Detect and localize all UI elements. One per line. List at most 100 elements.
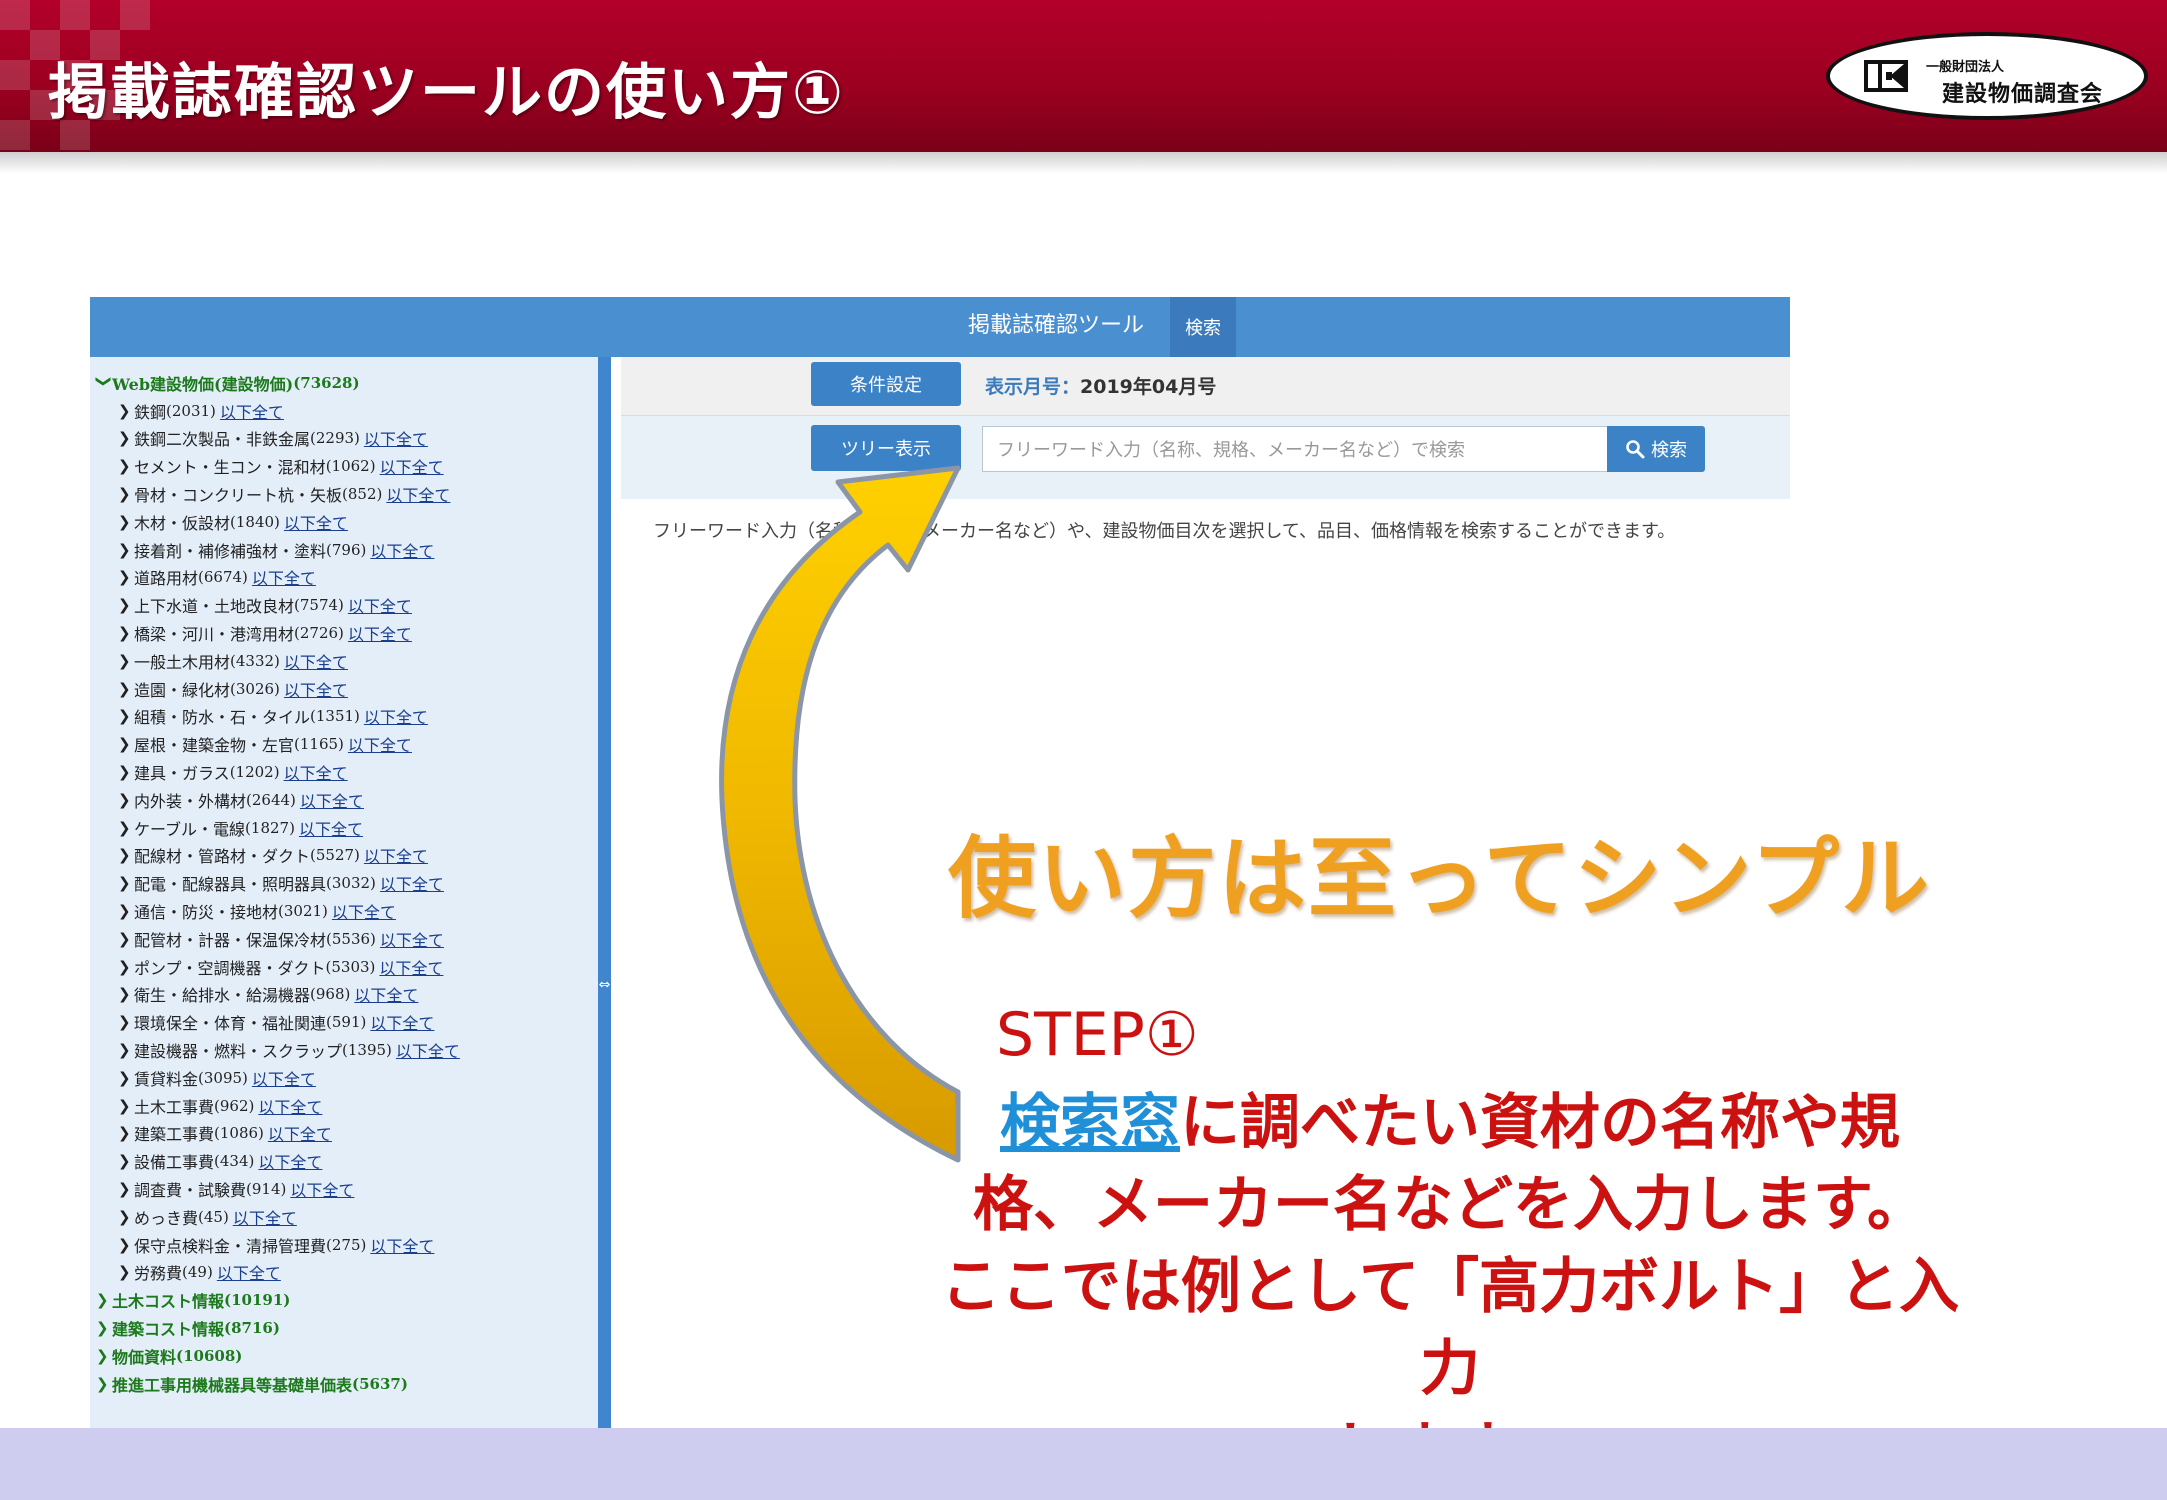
chevron-right-icon[interactable]: ❯ bbox=[118, 652, 134, 670]
tree-item[interactable]: ❯ 造園・緑化材 (3026) 以下全て bbox=[96, 675, 460, 703]
chevron-right-icon[interactable]: ❯ bbox=[118, 457, 134, 475]
tree-item[interactable]: ❯ 接着剤・補修補強材・塗料 (796) 以下全て bbox=[96, 536, 460, 564]
show-all-link[interactable]: 以下全て bbox=[332, 899, 396, 923]
chevron-right-icon[interactable]: ❯ bbox=[118, 902, 134, 920]
show-all-link[interactable]: 以下全て bbox=[290, 1177, 354, 1201]
tree-item[interactable]: ❯ 土木工事費 (962) 以下全て bbox=[96, 1092, 460, 1120]
chevron-right-icon[interactable]: ❯ bbox=[118, 1013, 134, 1031]
tree-item[interactable]: ❯ 骨材・コンクリート杭・矢板 (852) 以下全て bbox=[96, 480, 460, 508]
tree-item[interactable]: ❯ 保守点検料金・清掃管理費 (275) 以下全て bbox=[96, 1231, 460, 1259]
show-all-link[interactable]: 以下全て bbox=[364, 843, 428, 867]
chevron-right-icon[interactable]: ❯ bbox=[118, 402, 134, 420]
tree-item[interactable]: ❯ セメント・生コン・混和材 (1062) 以下全て bbox=[96, 452, 460, 480]
show-all-link[interactable]: 以下全て bbox=[284, 510, 348, 534]
chevron-right-icon[interactable]: ❯ bbox=[118, 485, 134, 503]
show-all-link[interactable]: 以下全て bbox=[268, 1121, 332, 1145]
show-all-link[interactable]: 以下全て bbox=[348, 621, 412, 645]
show-all-link[interactable]: 以下全て bbox=[364, 426, 428, 450]
chevron-down-icon[interactable]: ❯ bbox=[95, 375, 113, 391]
chevron-right-icon[interactable]: ❯ bbox=[96, 1375, 112, 1393]
show-all-link[interactable]: 以下全て bbox=[380, 454, 444, 478]
chevron-right-icon[interactable]: ❯ bbox=[118, 1180, 134, 1198]
chevron-right-icon[interactable]: ❯ bbox=[118, 1236, 134, 1254]
tree-item[interactable]: ❯ 内外装・外構材 (2644) 以下全て bbox=[96, 786, 460, 814]
chevron-right-icon[interactable]: ❯ bbox=[118, 513, 134, 531]
chevron-right-icon[interactable]: ❯ bbox=[118, 735, 134, 753]
chevron-right-icon[interactable]: ❯ bbox=[96, 1291, 112, 1309]
chevron-right-icon[interactable]: ❯ bbox=[96, 1319, 112, 1337]
chevron-right-icon[interactable]: ❯ bbox=[118, 763, 134, 781]
show-all-link[interactable]: 以下全て bbox=[284, 677, 348, 701]
tree-item[interactable]: ❯ 上下水道・土地改良材 (7574) 以下全て bbox=[96, 591, 460, 619]
chevron-right-icon[interactable]: ❯ bbox=[118, 958, 134, 976]
tree-view-button[interactable]: ツリー表示 bbox=[811, 425, 961, 471]
show-all-link[interactable]: 以下全て bbox=[348, 732, 412, 756]
tree-root-web-kensetsu-bukka[interactable]: ❯ Web建設物価(建設物価) (73628) bbox=[95, 369, 460, 397]
tree-item[interactable]: ❯ めっき費 (45) 以下全て bbox=[96, 1203, 460, 1231]
sidebar-splitter[interactable]: ⇔ bbox=[598, 357, 611, 1430]
show-all-link[interactable]: 以下全て bbox=[379, 955, 443, 979]
resize-horizontal-icon[interactable]: ⇔ bbox=[598, 977, 611, 993]
show-all-link[interactable]: 以下全て bbox=[380, 871, 444, 895]
tree-item[interactable]: ❯ 配電・配線器具・照明器具 (3032) 以下全て bbox=[96, 869, 460, 897]
tree-item[interactable]: ❯ 建築工事費 (1086) 以下全て bbox=[96, 1120, 460, 1148]
chevron-right-icon[interactable]: ❯ bbox=[96, 1347, 112, 1365]
tree-item[interactable]: ❯ 橋梁・河川・港湾用材 (2726) 以下全て bbox=[96, 619, 460, 647]
tree-item[interactable]: ❯ 配線材・管路材・ダクト (5527) 以下全て bbox=[96, 842, 460, 870]
chevron-right-icon[interactable]: ❯ bbox=[118, 1097, 134, 1115]
tree-root-item[interactable]: ❯ 物価資料 (10608) bbox=[96, 1342, 460, 1370]
show-all-link[interactable]: 以下全て bbox=[386, 482, 450, 506]
show-all-link[interactable]: 以下全て bbox=[217, 1260, 281, 1284]
show-all-link[interactable]: 以下全て bbox=[348, 593, 412, 617]
chevron-right-icon[interactable]: ❯ bbox=[118, 624, 134, 642]
chevron-right-icon[interactable]: ❯ bbox=[118, 846, 134, 864]
tree-item[interactable]: ❯ 設備工事費 (434) 以下全て bbox=[96, 1147, 460, 1175]
chevron-right-icon[interactable]: ❯ bbox=[118, 1069, 134, 1087]
chevron-right-icon[interactable]: ❯ bbox=[118, 1263, 134, 1281]
show-all-link[interactable]: 以下全て bbox=[284, 649, 348, 673]
tree-item[interactable]: ❯ 労務費 (49) 以下全て bbox=[96, 1259, 460, 1287]
search-button[interactable]: 検索 bbox=[1607, 426, 1705, 472]
show-all-link[interactable]: 以下全て bbox=[233, 1205, 297, 1229]
chevron-right-icon[interactable]: ❯ bbox=[118, 1041, 134, 1059]
show-all-link[interactable]: 以下全て bbox=[370, 1233, 434, 1257]
tree-item[interactable]: ❯ 木材・仮設材 (1840) 以下全て bbox=[96, 508, 460, 536]
show-all-link[interactable]: 以下全て bbox=[300, 788, 364, 812]
show-all-link[interactable]: 以下全て bbox=[284, 760, 348, 784]
tree-root-item[interactable]: ❯ 土木コスト情報 (10191) bbox=[96, 1286, 460, 1314]
tree-root-item[interactable]: ❯ 建築コスト情報 (8716) bbox=[96, 1314, 460, 1342]
tab-search[interactable]: 検索 bbox=[1170, 297, 1236, 357]
chevron-right-icon[interactable]: ❯ bbox=[118, 1124, 134, 1142]
chevron-right-icon[interactable]: ❯ bbox=[118, 874, 134, 892]
tree-item[interactable]: ❯ 屋根・建築金物・左官 (1165) 以下全て bbox=[96, 730, 460, 758]
chevron-right-icon[interactable]: ❯ bbox=[118, 1152, 134, 1170]
show-all-link[interactable]: 以下全て bbox=[396, 1038, 460, 1062]
tree-item[interactable]: ❯ 環境保全・体育・福祉関連 (591) 以下全て bbox=[96, 1008, 460, 1036]
tree-item[interactable]: ❯ 賃貸料金 (3095) 以下全て bbox=[96, 1064, 460, 1092]
chevron-right-icon[interactable]: ❯ bbox=[118, 541, 134, 559]
tree-root-item[interactable]: ❯ 推進工事用機械器具等基礎単価表 (5637) bbox=[96, 1370, 460, 1398]
show-all-link[interactable]: 以下全て bbox=[299, 816, 363, 840]
show-all-link[interactable]: 以下全て bbox=[354, 982, 418, 1006]
condition-settings-button[interactable]: 条件設定 bbox=[811, 362, 961, 406]
show-all-link[interactable]: 以下全て bbox=[370, 538, 434, 562]
show-all-link[interactable]: 以下全て bbox=[258, 1094, 322, 1118]
chevron-right-icon[interactable]: ❯ bbox=[118, 429, 134, 447]
tree-item[interactable]: ❯ ポンプ・空調機器・ダクト (5303) 以下全て bbox=[96, 953, 460, 981]
tree-item[interactable]: ❯ 組積・防水・石・タイル (1351) 以下全て bbox=[96, 703, 460, 731]
tree-item[interactable]: ❯ 建具・ガラス (1202) 以下全て bbox=[96, 758, 460, 786]
show-all-link[interactable]: 以下全て bbox=[220, 399, 284, 423]
chevron-right-icon[interactable]: ❯ bbox=[118, 680, 134, 698]
show-all-link[interactable]: 以下全て bbox=[258, 1149, 322, 1173]
tree-item[interactable]: ❯ 道路用材 (6674) 以下全て bbox=[96, 564, 460, 592]
chevron-right-icon[interactable]: ❯ bbox=[118, 985, 134, 1003]
search-input[interactable]: フリーワード入力（名称、規格、メーカー名など）で検索 bbox=[982, 426, 1608, 472]
tree-item[interactable]: ❯ ケーブル・電線 (1827) 以下全て bbox=[96, 814, 460, 842]
tree-item[interactable]: ❯ 鉄鋼 (2031) 以下全て bbox=[96, 397, 460, 425]
chevron-right-icon[interactable]: ❯ bbox=[118, 707, 134, 725]
show-all-link[interactable]: 以下全て bbox=[380, 927, 444, 951]
tree-item[interactable]: ❯ 衛生・給排水・給湯機器 (968) 以下全て bbox=[96, 981, 460, 1009]
show-all-link[interactable]: 以下全て bbox=[364, 704, 428, 728]
tree-item[interactable]: ❯ 通信・防災・接地材 (3021) 以下全て bbox=[96, 897, 460, 925]
show-all-link[interactable]: 以下全て bbox=[252, 565, 316, 589]
